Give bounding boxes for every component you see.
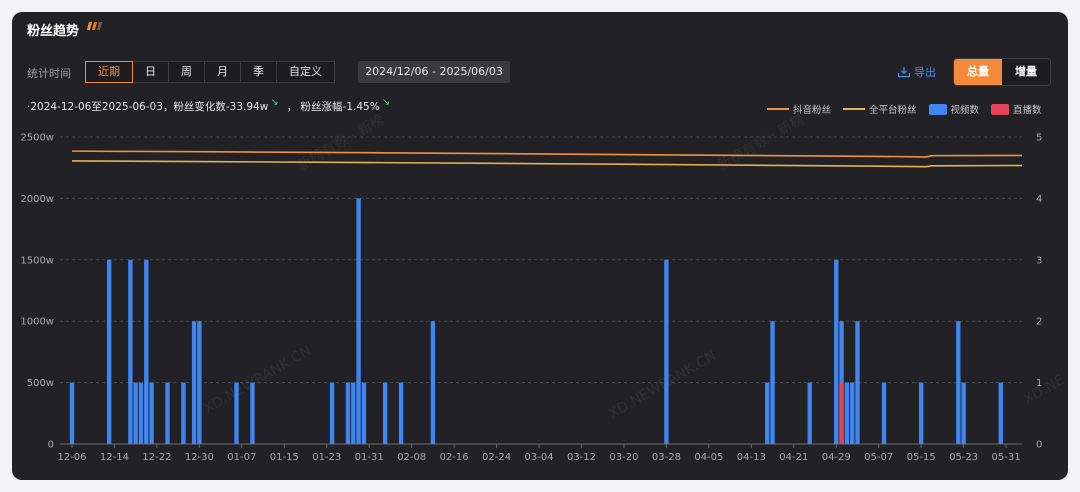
video-bar bbox=[351, 382, 356, 444]
video-bar bbox=[844, 382, 850, 444]
x-tick-label: 04-13 bbox=[737, 452, 766, 463]
video-bar bbox=[398, 382, 404, 444]
video-bar bbox=[181, 382, 186, 444]
video-bar bbox=[881, 382, 887, 444]
video-bar bbox=[165, 382, 170, 444]
video-bar bbox=[849, 382, 855, 444]
y-right-tick-label: 4 bbox=[1036, 194, 1042, 205]
video-bar bbox=[106, 259, 112, 444]
x-tick-label: 05-15 bbox=[907, 452, 936, 463]
y-right-tick-label: 0 bbox=[1036, 440, 1042, 451]
x-tick-label: 01-31 bbox=[355, 452, 384, 463]
x-tick-label: 12-06 bbox=[57, 452, 86, 463]
video-bar bbox=[664, 259, 669, 444]
video-bar bbox=[430, 321, 436, 444]
fans-trend-chart: 0 500w 1000w 1500w 2000w 2500w 0 1 2 3 4 5 12-06 12-1… bbox=[20, 133, 1042, 464]
fans-trend-panel: 粉丝趋势 统计时间 近期 日 周 月 季 自定义 2024/12/06 - 20… bbox=[12, 12, 1068, 480]
y-right-tick-label: 1 bbox=[1036, 378, 1042, 389]
x-tick-label: 01-23 bbox=[312, 452, 341, 463]
video-bar bbox=[329, 382, 335, 444]
video-bar bbox=[807, 382, 812, 444]
x-tick-label: 03-04 bbox=[525, 452, 554, 463]
x-tick-label: 05-23 bbox=[949, 452, 978, 463]
video-bar bbox=[149, 382, 154, 444]
x-tick-label: 02-08 bbox=[397, 452, 426, 463]
allplatform-fans-line bbox=[71, 160, 1023, 168]
video-bar bbox=[191, 321, 197, 444]
y-left-tick-label: 2000w bbox=[20, 194, 54, 205]
x-tick-label: 04-29 bbox=[822, 452, 851, 463]
live-bar bbox=[839, 382, 844, 444]
douyin-fans-line bbox=[71, 150, 1023, 158]
video-bar bbox=[234, 382, 239, 444]
y-left-tick-label: 500w bbox=[27, 378, 54, 389]
x-tick-label: 03-28 bbox=[652, 452, 681, 463]
x-tick-label: 03-20 bbox=[609, 452, 638, 463]
video-bar bbox=[250, 382, 255, 444]
video-bar bbox=[918, 382, 924, 444]
y-left-tick-label: 2500w bbox=[20, 133, 54, 144]
x-tick-label: 02-16 bbox=[440, 452, 469, 463]
y-right-tick-label: 5 bbox=[1036, 133, 1042, 144]
x-tick-label: 12-22 bbox=[142, 452, 171, 463]
y-left-tick-label: 1000w bbox=[20, 317, 54, 328]
x-tick-label: 05-07 bbox=[864, 452, 893, 463]
video-bar bbox=[197, 321, 202, 444]
video-bar bbox=[345, 382, 351, 444]
video-bar bbox=[128, 259, 133, 444]
video-bar bbox=[834, 259, 839, 444]
y-right-tick-label: 3 bbox=[1036, 255, 1042, 266]
y-left-tick-label: 0 bbox=[48, 440, 54, 451]
video-bar bbox=[69, 382, 75, 444]
x-tick-label: 12-30 bbox=[185, 452, 214, 463]
x-tick-label: 01-15 bbox=[270, 452, 299, 463]
video-bar bbox=[956, 321, 961, 444]
video-bar bbox=[144, 259, 149, 444]
x-tick-label: 12-14 bbox=[100, 452, 129, 463]
y-right-tick-label: 2 bbox=[1036, 317, 1042, 328]
tab-recent[interactable]: 近期 bbox=[85, 61, 133, 83]
video-bar bbox=[361, 382, 367, 444]
x-tick-label: 02-24 bbox=[482, 452, 511, 463]
y-left-tick-label: 1500w bbox=[20, 255, 54, 266]
video-bar bbox=[770, 321, 775, 444]
video-bar bbox=[133, 382, 138, 444]
x-tick-label: 01-07 bbox=[227, 452, 256, 463]
video-bar bbox=[765, 382, 770, 444]
x-tick-label: 04-05 bbox=[694, 452, 723, 463]
x-tick-label: 03-12 bbox=[567, 452, 596, 463]
x-tick-label: 04-21 bbox=[779, 452, 808, 463]
video-bar bbox=[855, 321, 860, 444]
video-bar bbox=[356, 198, 361, 444]
video-bar bbox=[961, 382, 966, 444]
x-tick-label: 05-31 bbox=[992, 452, 1021, 463]
video-bar bbox=[382, 382, 388, 444]
video-bar bbox=[998, 382, 1003, 444]
video-bar bbox=[138, 382, 144, 444]
